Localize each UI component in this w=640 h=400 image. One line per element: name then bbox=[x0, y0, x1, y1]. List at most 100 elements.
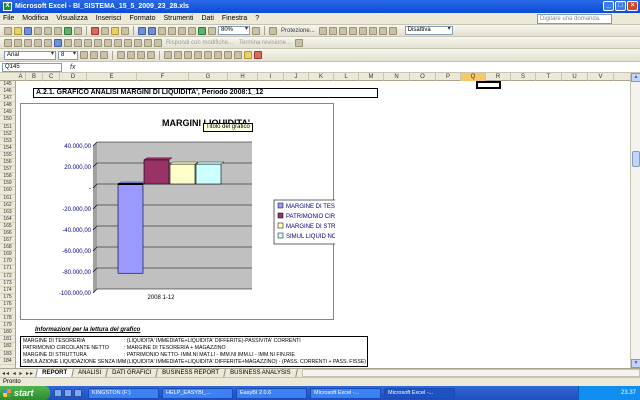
save-icon[interactable] bbox=[24, 26, 32, 35]
comma-icon[interactable] bbox=[184, 51, 192, 59]
sort-asc-icon[interactable] bbox=[178, 26, 186, 35]
toolbar-icon[interactable] bbox=[318, 26, 327, 35]
toolbar-icon[interactable] bbox=[14, 38, 22, 47]
print-preview-icon[interactable] bbox=[54, 26, 62, 35]
row-header[interactable]: 150 bbox=[0, 116, 15, 124]
menu-finestra[interactable]: Finestra bbox=[222, 15, 247, 22]
merge-center-icon[interactable] bbox=[147, 51, 155, 59]
taskbar-item-easybi[interactable]: EasyBI 2.0.6 bbox=[236, 387, 307, 399]
menu-visualizza[interactable]: Visualizza bbox=[56, 15, 87, 22]
paste-icon[interactable] bbox=[111, 26, 119, 35]
toolbar-icon[interactable] bbox=[295, 38, 304, 47]
row-header[interactable]: 146 bbox=[0, 88, 15, 96]
format-painter-icon[interactable] bbox=[121, 26, 129, 35]
column-header-b[interactable]: B bbox=[26, 73, 43, 81]
toolbar-icon[interactable] bbox=[338, 26, 347, 35]
italic-icon[interactable] bbox=[90, 51, 98, 59]
toolbar-icon[interactable] bbox=[34, 38, 42, 47]
indent-icon[interactable] bbox=[214, 51, 222, 59]
tab-nav-arrows[interactable]: ◂◂ ◂ ▸ ▸▸ bbox=[2, 370, 36, 377]
fill-color-icon[interactable] bbox=[244, 51, 252, 59]
column-header-i[interactable]: I bbox=[258, 73, 284, 81]
borders-icon[interactable] bbox=[234, 51, 242, 59]
row-header[interactable]: 167 bbox=[0, 237, 15, 245]
row-header[interactable]: 166 bbox=[0, 230, 15, 238]
row-header[interactable]: 170 bbox=[0, 258, 15, 266]
toolbar-icon[interactable] bbox=[124, 38, 132, 47]
column-header-c[interactable]: C bbox=[43, 73, 60, 81]
row-header[interactable]: 183 bbox=[0, 351, 15, 358]
row-header[interactable]: 155 bbox=[0, 152, 15, 160]
toolbar-icon[interactable] bbox=[358, 26, 367, 35]
column-header-m[interactable]: M bbox=[359, 73, 384, 81]
quicklaunch-icon[interactable] bbox=[54, 389, 62, 397]
taskbar-item-excel-2[interactable]: Microsoft Excel -... bbox=[384, 387, 455, 399]
cut-icon[interactable] bbox=[91, 26, 99, 35]
vertical-scrollbar[interactable]: ▲ ▼ bbox=[630, 73, 640, 368]
column-header-n[interactable]: N bbox=[384, 73, 410, 81]
row-header[interactable]: 159 bbox=[0, 180, 15, 188]
row-header[interactable]: 149 bbox=[0, 109, 15, 117]
toolbar-icon[interactable] bbox=[74, 38, 82, 47]
undo-icon[interactable] bbox=[138, 26, 146, 35]
row-header[interactable]: 162 bbox=[0, 202, 15, 209]
bar-chart[interactable]: MARGINI LIQUIDITA'40.000,0020.000,00--20… bbox=[21, 104, 335, 321]
toolbar-icon[interactable] bbox=[84, 38, 92, 47]
column-header-u[interactable]: U bbox=[562, 73, 588, 81]
selected-cell[interactable] bbox=[476, 81, 501, 89]
row-header[interactable]: 180 bbox=[0, 329, 15, 337]
chart-wizard-icon[interactable] bbox=[198, 26, 206, 35]
column-header-r[interactable]: R bbox=[486, 73, 511, 81]
column-header-o[interactable]: O bbox=[410, 73, 436, 81]
protection-button[interactable]: Protezione... bbox=[281, 28, 315, 34]
close-button[interactable]: × bbox=[627, 1, 638, 11]
row-header[interactable]: 177 bbox=[0, 308, 15, 316]
row-header[interactable]: 175 bbox=[0, 294, 15, 301]
print-icon[interactable] bbox=[44, 26, 52, 35]
percent-icon[interactable] bbox=[174, 51, 182, 59]
open-folder-icon[interactable] bbox=[14, 26, 22, 35]
column-header-l[interactable]: L bbox=[334, 73, 359, 81]
align-right-icon[interactable] bbox=[137, 51, 145, 59]
menu-modifica[interactable]: Modifica bbox=[22, 15, 48, 22]
toolbar-icon[interactable] bbox=[388, 26, 397, 35]
chart-area[interactable]: MARGINI LIQUIDITA'40.000,0020.000,00--20… bbox=[20, 103, 335, 321]
permission-icon[interactable] bbox=[34, 26, 42, 35]
column-header-v[interactable]: V bbox=[588, 73, 614, 81]
row-header[interactable]: 148 bbox=[0, 102, 15, 110]
row-header[interactable]: 165 bbox=[0, 223, 15, 230]
toolbar-icon[interactable] bbox=[44, 38, 52, 47]
toolbar-icon[interactable] bbox=[54, 38, 62, 47]
font-color-icon[interactable] bbox=[254, 51, 262, 59]
align-center-icon[interactable] bbox=[127, 51, 135, 59]
help-search-input[interactable]: Digitare una domanda. bbox=[537, 14, 612, 24]
redo-icon[interactable] bbox=[148, 26, 156, 35]
underline-icon[interactable] bbox=[100, 51, 108, 59]
maximize-button[interactable]: □ bbox=[615, 1, 626, 11]
row-header[interactable]: 153 bbox=[0, 138, 15, 145]
drawing-icon[interactable] bbox=[208, 26, 216, 35]
scroll-down-icon[interactable]: ▼ bbox=[631, 359, 640, 368]
row-header[interactable]: 172 bbox=[0, 273, 15, 280]
toolbar-icon[interactable] bbox=[64, 38, 72, 47]
toolbar-icon[interactable] bbox=[348, 26, 357, 35]
menu-inserisci[interactable]: Inserisci bbox=[96, 15, 122, 22]
row-header[interactable]: 152 bbox=[0, 131, 15, 138]
toolbar-icon[interactable] bbox=[134, 38, 142, 47]
minimize-button[interactable]: _ bbox=[603, 1, 614, 11]
row-header[interactable]: 184 bbox=[0, 358, 15, 365]
decrease-decimal-icon[interactable] bbox=[204, 51, 212, 59]
quicklaunch-icon[interactable] bbox=[64, 389, 72, 397]
end-review-button[interactable]: Termina revisione... bbox=[239, 40, 291, 46]
column-header-q[interactable]: Q bbox=[461, 73, 486, 81]
taskbar-item-kingston[interactable]: KINGSTON (F:) bbox=[88, 387, 159, 399]
research-icon[interactable] bbox=[74, 26, 82, 35]
toolbar-icon[interactable] bbox=[328, 26, 337, 35]
scroll-up-icon[interactable]: ▲ bbox=[631, 73, 640, 82]
sort-desc-icon[interactable] bbox=[188, 26, 196, 35]
row-header[interactable]: 168 bbox=[0, 244, 15, 252]
row-header[interactable]: 181 bbox=[0, 336, 15, 344]
fx-icon[interactable]: fx bbox=[70, 64, 75, 71]
row-header[interactable]: 157 bbox=[0, 166, 15, 174]
font-name-select[interactable]: Arial bbox=[4, 50, 56, 60]
